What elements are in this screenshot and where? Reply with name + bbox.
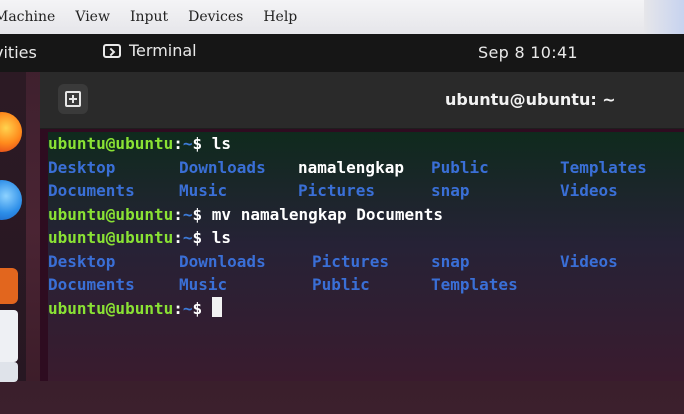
terminal-icon [103, 43, 121, 58]
text-cursor[interactable] [211, 296, 222, 317]
prompt-path: ~ [182, 134, 193, 153]
prompt-line: ubuntu@ubuntu:~$ mv namalengkap Document… [48, 203, 684, 227]
prompt-line: ubuntu@ubuntu:~$ ls [48, 226, 684, 250]
dir-entry: Music [179, 275, 228, 294]
command-text: ls [211, 228, 232, 247]
command-text: mv namalengkap Documents [211, 204, 443, 224]
prompt-user: ubuntu@ubuntu [48, 228, 174, 247]
menu-machine[interactable]: Machine [0, 9, 65, 25]
dir-entry: Music [179, 181, 228, 200]
app-icon[interactable] [0, 268, 18, 304]
prompt-path: ~ [182, 204, 193, 224]
prompt-user: ubuntu@ubuntu [48, 204, 174, 224]
ubuntu-topbar: vities Terminal Sep 8 10:41 [0, 34, 684, 72]
ls-row: Desktop Downloads Pictures snap Videos [48, 250, 684, 274]
menu-devices[interactable]: Devices [178, 9, 253, 25]
terminal-title: ubuntu@ubuntu: ~ [445, 90, 616, 109]
clock[interactable]: Sep 8 10:41 [478, 43, 578, 62]
dir-entry: snap [431, 251, 470, 271]
menu-input[interactable]: Input [120, 9, 178, 25]
dir-entry: Desktop [48, 251, 116, 271]
vm-menubar: Machine View Input Devices Help [0, 0, 684, 34]
ls-row: Desktop Downloads namalengkap Public Tem… [48, 156, 684, 180]
dir-entry: Videos [560, 181, 618, 200]
dir-entry: Desktop [48, 157, 116, 177]
app-menu-terminal[interactable]: Terminal [103, 41, 197, 60]
prompt-line: ubuntu@ubuntu:~$ ls [48, 132, 684, 156]
dir-entry: Public [312, 275, 370, 294]
dir-entry: Templates [431, 275, 518, 294]
prompt-path: ~ [182, 228, 193, 247]
dir-entry: Pictures [312, 251, 390, 271]
menu-help[interactable]: Help [253, 9, 307, 25]
new-tab-button[interactable] [58, 84, 88, 114]
files-icon[interactable] [0, 362, 18, 382]
new-tab-icon [65, 91, 81, 107]
terminal-headerbar: ubuntu@ubuntu: ~ [40, 72, 684, 129]
prompt-dollar: $ [192, 204, 203, 224]
terminal-output[interactable]: ubuntu@ubuntu:~$ ls Desktop Downloads na… [48, 132, 684, 381]
dir-entry: Templates [560, 157, 647, 177]
dir-entry: snap [431, 181, 470, 200]
prompt-line: ubuntu@ubuntu:~$ [48, 296, 684, 321]
dir-entry: Videos [560, 251, 618, 271]
ls-row: Documents Music Pictures snap Videos [48, 179, 684, 203]
prompt-colon: : [173, 298, 183, 318]
prompt-dollar: $ [192, 298, 203, 318]
prompt-user: ubuntu@ubuntu [48, 298, 174, 318]
dir-entry: Pictures [298, 181, 376, 200]
dir-entry: Documents [48, 275, 135, 294]
file-entry: namalengkap [298, 157, 404, 177]
files-icon[interactable] [0, 310, 18, 362]
prompt-dollar: $ [192, 134, 203, 153]
firefox-icon[interactable] [0, 112, 22, 152]
dir-entry: Public [431, 157, 489, 177]
app-menu-label: Terminal [129, 41, 197, 60]
dir-entry: Downloads [179, 251, 266, 271]
dock [0, 72, 26, 382]
command-text: ls [211, 134, 232, 153]
prompt-colon: : [173, 134, 183, 153]
dir-entry: Downloads [179, 157, 266, 177]
activities-button[interactable]: vities [0, 43, 37, 62]
menu-view[interactable]: View [65, 9, 120, 25]
thunderbird-icon[interactable] [0, 180, 22, 220]
prompt-dollar: $ [192, 228, 203, 247]
prompt-colon: : [173, 228, 183, 247]
dir-entry: Documents [48, 181, 135, 200]
prompt-colon: : [173, 204, 183, 224]
window-edge [644, 0, 684, 34]
terminal-window: ubuntu@ubuntu: ~ ubuntu@ubuntu:~$ ls Des… [40, 72, 684, 381]
prompt-user: ubuntu@ubuntu [48, 134, 174, 153]
ls-row: Documents Music Public Templates [48, 273, 684, 297]
prompt-path: ~ [182, 298, 193, 318]
